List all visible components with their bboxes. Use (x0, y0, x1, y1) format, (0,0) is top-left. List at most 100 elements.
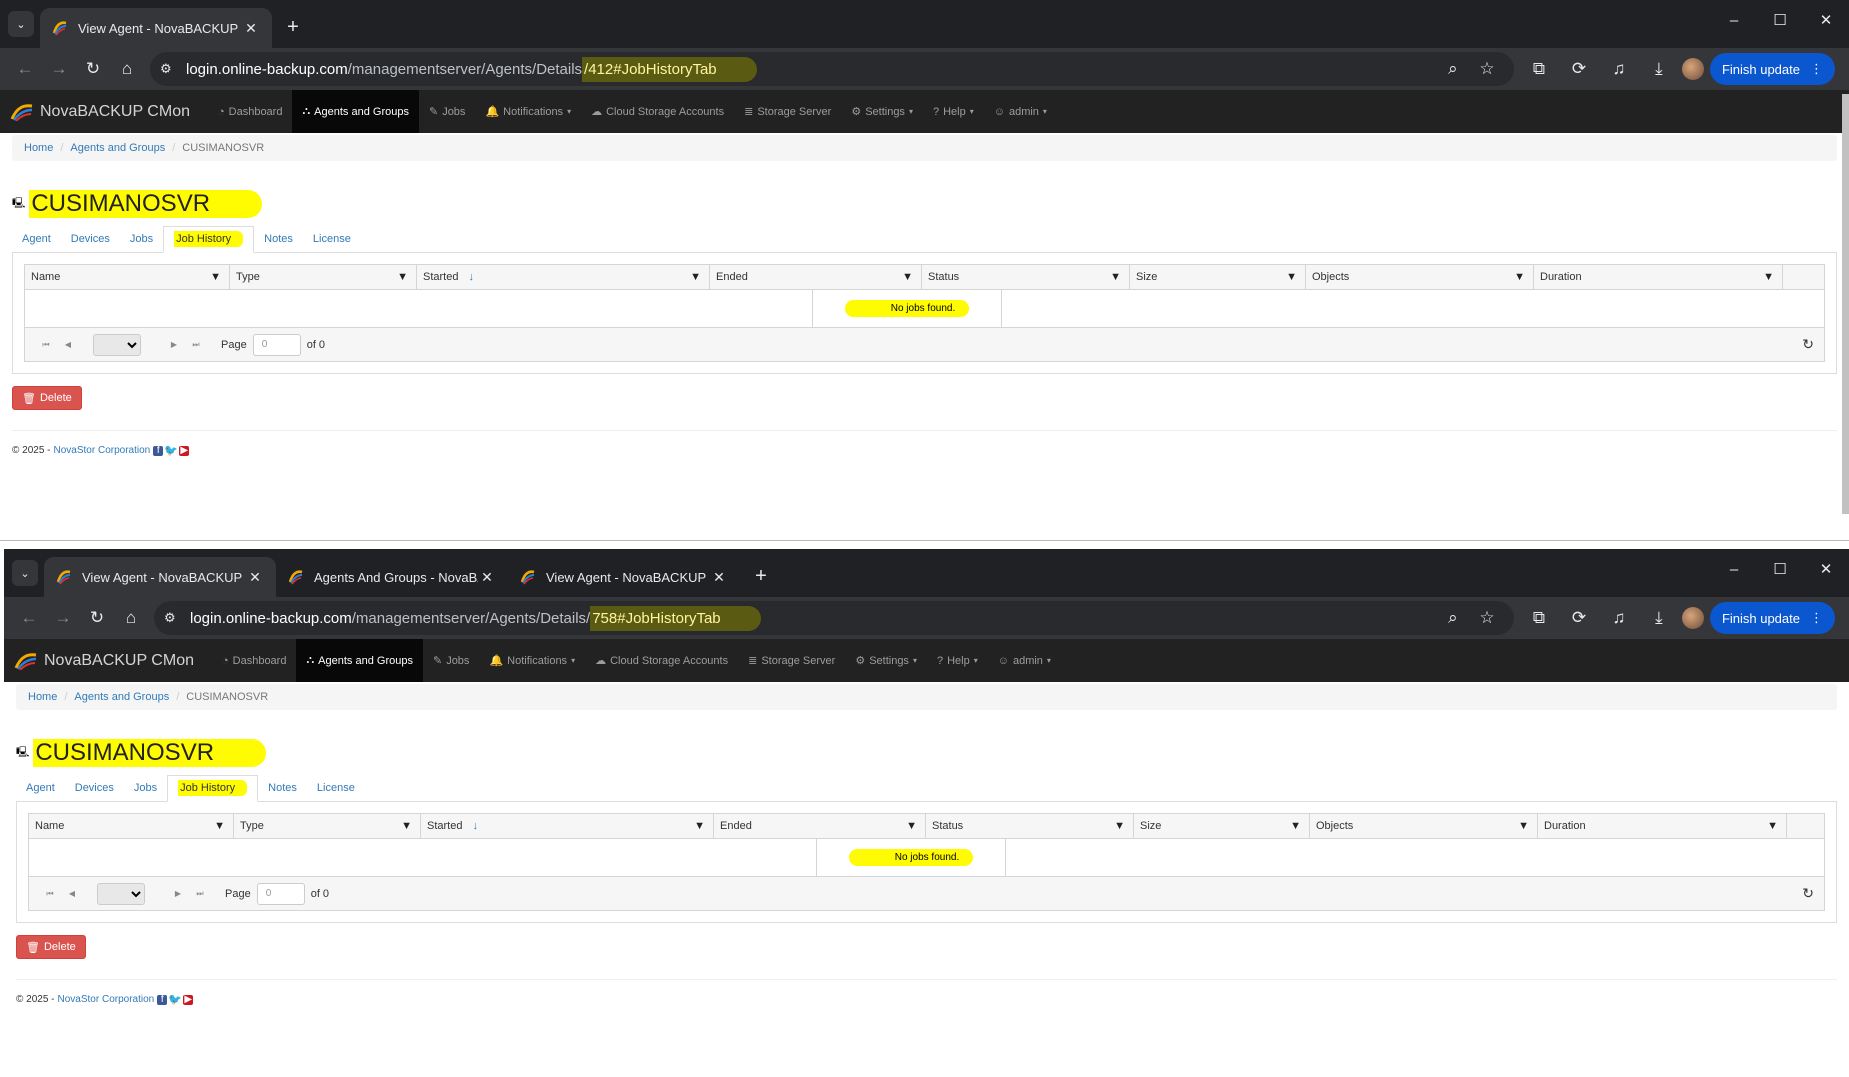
more-menu-icon[interactable]: ⋮ (1810, 61, 1823, 77)
nav-settings[interactable]: ⚙ Settings ▾ (841, 90, 923, 133)
forward-icon[interactable]: → (46, 602, 80, 634)
tab-agent[interactable]: Agent (12, 233, 61, 252)
page-size-select[interactable] (97, 882, 145, 905)
brand-link[interactable]: NovaBACKUP CMon (14, 652, 194, 670)
filter-icon[interactable]: ▼ (690, 271, 701, 283)
nav-notifications[interactable]: 🔔 Notifications ▾ (479, 639, 585, 682)
next-page-icon[interactable]: ▶ (163, 340, 185, 349)
nav-storage-server[interactable]: ≣ Storage Server (738, 639, 845, 682)
zoom-icon[interactable]: ⌕ (1436, 602, 1470, 634)
maximize-button[interactable]: ☐ (1757, 0, 1803, 40)
next-page-icon[interactable]: ▶ (167, 889, 189, 898)
media-control-icon[interactable]: ♫ (1602, 53, 1636, 85)
profile-avatar[interactable] (1681, 607, 1704, 629)
minimize-button[interactable]: – (1711, 0, 1757, 40)
minimize-button[interactable]: – (1711, 549, 1757, 589)
zoom-icon[interactable]: ⌕ (1436, 53, 1470, 85)
nav-agents-and-groups[interactable]: ⛬ Agents and Groups (292, 90, 419, 133)
filter-icon[interactable]: ▼ (1290, 820, 1301, 832)
filter-icon[interactable]: ▼ (1518, 820, 1529, 832)
tab-search-button[interactable]: ⌄ (8, 11, 34, 37)
tab-agent[interactable]: Agent (16, 782, 65, 801)
column-header-objects[interactable]: Objects ▼ (1306, 265, 1534, 289)
filter-icon[interactable]: ▼ (1514, 271, 1525, 283)
new-tab-button[interactable]: + (746, 561, 776, 591)
filter-icon[interactable]: ▼ (694, 820, 705, 832)
page-number-input[interactable] (252, 333, 301, 356)
company-link[interactable]: NovaStor Corporation (58, 994, 155, 1005)
extensions-icon[interactable]: ⧉ (1522, 53, 1556, 85)
column-header-type[interactable]: Type ▼ (230, 265, 417, 289)
column-header-started[interactable]: Started ↓ ▼ (417, 265, 710, 289)
tab-close-icon[interactable]: ✕ (246, 569, 264, 586)
forward-icon[interactable]: → (42, 53, 76, 85)
filter-icon[interactable]: ▼ (401, 820, 412, 832)
browser-tab[interactable]: View Agent - NovaBACKUP CMon ✕ (44, 557, 276, 597)
column-header-objects[interactable]: Objects ▼ (1310, 814, 1538, 838)
filter-icon[interactable]: ▼ (1767, 820, 1778, 832)
previous-page-icon[interactable]: ◀ (61, 889, 83, 898)
facebook-icon[interactable]: f (157, 994, 168, 1005)
close-button[interactable]: ✕ (1803, 549, 1849, 589)
nav-settings[interactable]: ⚙ Settings ▾ (845, 639, 927, 682)
breadcrumb-agents-and-groups[interactable]: Agents and Groups (70, 142, 165, 154)
delete-button[interactable]: 🗑 Delete (16, 935, 86, 959)
more-menu-icon[interactable]: ⋮ (1810, 610, 1823, 626)
nav-cloud-storage-accounts[interactable]: ☁ Cloud Storage Accounts (581, 90, 734, 133)
site-info-icon[interactable]: ⚙ (160, 61, 186, 77)
bookmark-star-icon[interactable]: ☆ (1470, 53, 1504, 85)
home-icon[interactable]: ⌂ (114, 602, 148, 634)
tab-close-icon[interactable]: ✕ (242, 20, 260, 37)
tab-license[interactable]: License (307, 782, 365, 801)
nav-admin[interactable]: ☺ admin ▾ (984, 90, 1057, 133)
finish-update-button[interactable]: Finish update ⋮ (1709, 53, 1835, 85)
home-icon[interactable]: ⌂ (110, 53, 144, 85)
column-header-size[interactable]: Size ▼ (1134, 814, 1310, 838)
filter-icon[interactable]: ▼ (902, 271, 913, 283)
media-control-icon[interactable]: ♫ (1602, 602, 1636, 634)
browser-tab[interactable]: View Agent - NovaBACKUP CMon ✕ (40, 8, 272, 48)
bookmark-star-icon[interactable]: ☆ (1470, 602, 1504, 634)
nav-help[interactable]: ? Help ▾ (927, 639, 988, 682)
tab-license[interactable]: License (303, 233, 361, 252)
column-header-type[interactable]: Type ▼ (234, 814, 421, 838)
last-page-icon[interactable]: ⏭ (185, 340, 207, 350)
close-button[interactable]: ✕ (1803, 0, 1849, 40)
last-page-icon[interactable]: ⏭ (189, 889, 211, 899)
column-header-name[interactable]: Name ▼ (29, 814, 234, 838)
nav-cloud-storage-accounts[interactable]: ☁ Cloud Storage Accounts (585, 639, 738, 682)
address-bar[interactable]: ⚙ login.online-backup.com/managementserv… (154, 601, 1514, 635)
site-info-icon[interactable]: ⚙ (164, 610, 190, 626)
reload-icon[interactable]: ↻ (80, 602, 114, 634)
extensions-icon[interactable]: ⧉ (1522, 602, 1556, 634)
nav-admin[interactable]: ☺ admin ▾ (988, 639, 1061, 682)
tab-notes[interactable]: Notes (254, 233, 303, 252)
profile-avatar[interactable] (1681, 58, 1704, 80)
filter-icon[interactable]: ▼ (210, 271, 221, 283)
sync-icon[interactable]: ⟳ (1562, 53, 1596, 85)
column-header-started[interactable]: Started ↓ ▼ (421, 814, 714, 838)
nav-jobs[interactable]: ✎ Jobs (419, 90, 475, 133)
facebook-icon[interactable]: f (153, 445, 164, 456)
column-header-duration[interactable]: Duration ▼ (1534, 265, 1783, 289)
refresh-icon[interactable]: ↻ (1802, 336, 1814, 353)
filter-icon[interactable]: ▼ (397, 271, 408, 283)
previous-page-icon[interactable]: ◀ (57, 340, 79, 349)
tab-job-history[interactable]: Job History (167, 775, 259, 802)
filter-icon[interactable]: ▼ (906, 820, 917, 832)
tab-close-icon[interactable]: ✕ (710, 569, 728, 586)
filter-icon[interactable]: ▼ (1286, 271, 1297, 283)
column-header-status[interactable]: Status ▼ (926, 814, 1134, 838)
refresh-icon[interactable]: ↻ (1802, 885, 1814, 902)
brand-link[interactable]: NovaBACKUP CMon (10, 103, 190, 121)
company-link[interactable]: NovaStor Corporation (54, 445, 151, 456)
tab-search-button[interactable]: ⌄ (12, 560, 38, 586)
reload-icon[interactable]: ↻ (76, 53, 110, 85)
column-header-status[interactable]: Status ▼ (922, 265, 1130, 289)
downloads-icon[interactable]: ⤓ (1642, 53, 1676, 85)
nav-notifications[interactable]: 🔔 Notifications ▾ (475, 90, 581, 133)
nav-dashboard[interactable]: ◔ Dashboard (208, 90, 292, 133)
delete-button[interactable]: 🗑 Delete (12, 386, 82, 410)
downloads-icon[interactable]: ⤓ (1642, 602, 1676, 634)
column-header-name[interactable]: Name ▼ (25, 265, 230, 289)
